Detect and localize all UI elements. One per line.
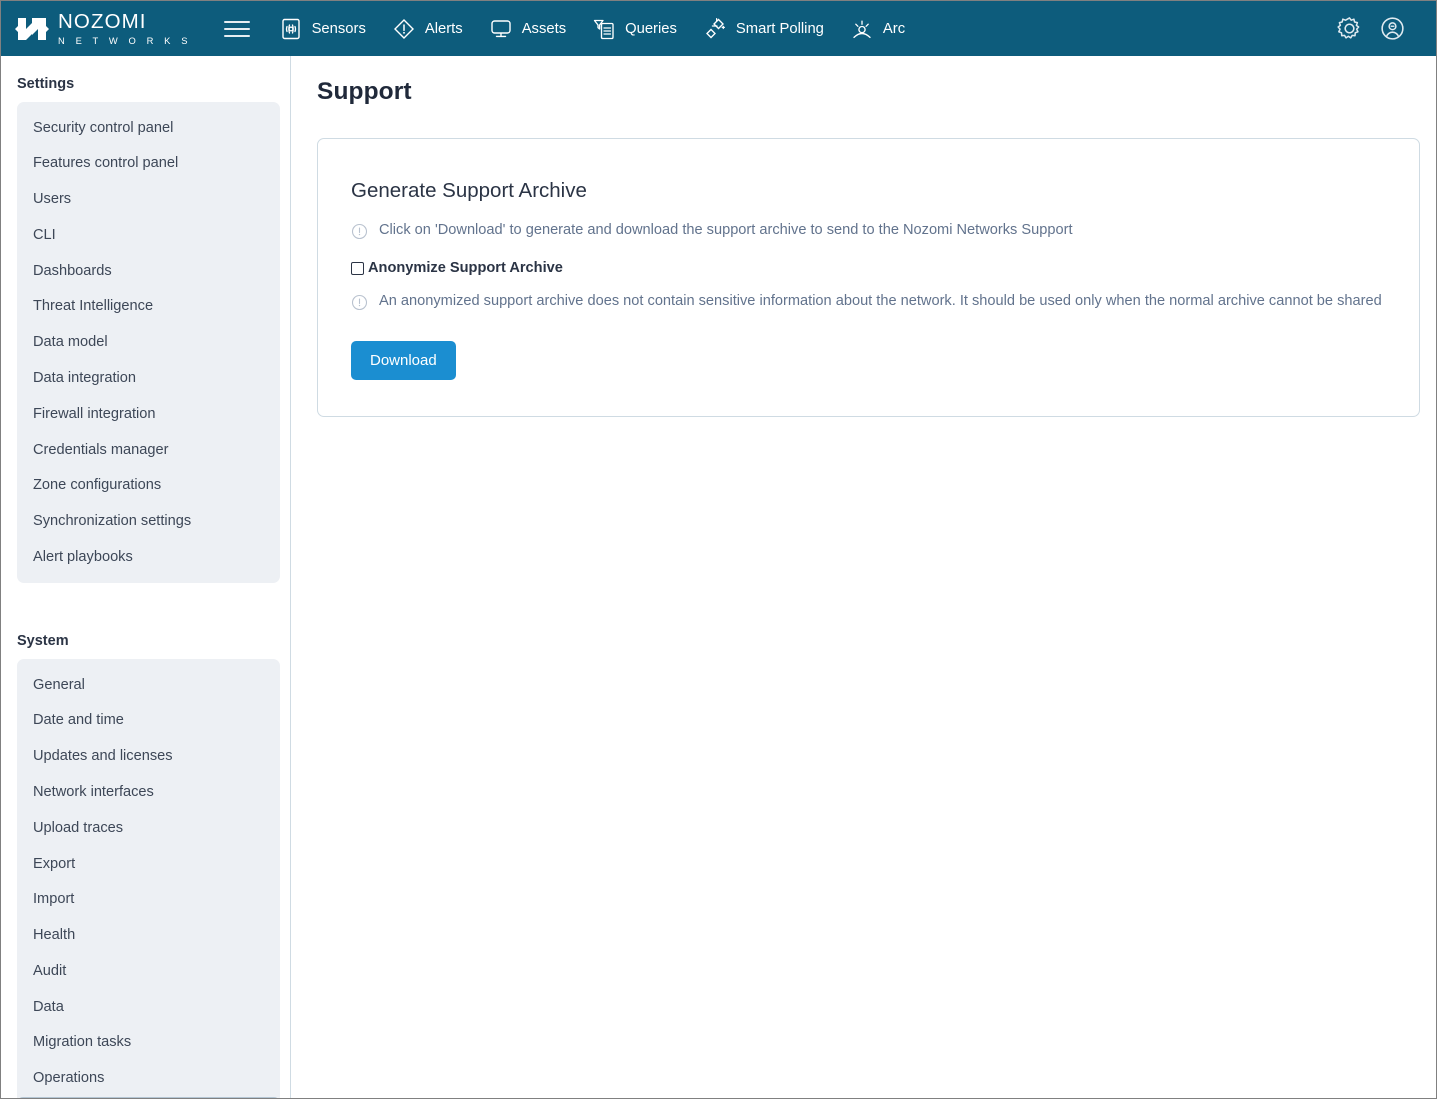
page-body: Settings Security control panel Features…: [1, 56, 1436, 1098]
nav-item-label: Alerts: [424, 20, 463, 37]
nav-item-label: Queries: [625, 20, 677, 37]
sidebar-item-zone-configurations[interactable]: Zone configurations: [17, 468, 280, 504]
sidebar-item-cli[interactable]: CLI: [17, 217, 280, 253]
sidebar-group-settings: Security control panel Features control …: [17, 102, 280, 584]
sidebar-item-firewall-integration[interactable]: Firewall integration: [17, 396, 280, 432]
sidebar-section-gap: [1, 583, 285, 627]
application-window: NOZOMI N E T W O R K S Sensors Alerts As…: [0, 0, 1437, 1099]
top-nav-actions: [1336, 15, 1420, 42]
sidebar-item-security-control-panel[interactable]: Security control panel: [17, 110, 280, 146]
info-text-secondary: An anonymized support archive does not c…: [379, 293, 1382, 309]
sidebar-item-network-interfaces[interactable]: Network interfaces: [17, 775, 280, 811]
card-title: Generate Support Archive: [351, 179, 587, 202]
sidebar-item-date-and-time[interactable]: Date and time: [17, 703, 280, 739]
sensors-icon: [279, 17, 303, 41]
info-circle-icon: [351, 294, 368, 311]
brand-tagline: N E T W O R K S: [58, 34, 192, 46]
sidebar-item-features-control-panel[interactable]: Features control panel: [17, 146, 280, 182]
sidebar-item-credentials-manager[interactable]: Credentials manager: [17, 432, 280, 468]
top-nav-items: Sensors Alerts Assets Queries Smart Poll…: [266, 11, 919, 47]
hamburger-menu-icon[interactable]: [223, 16, 250, 42]
alerts-warning-icon: [392, 17, 416, 41]
user-account-icon[interactable]: [1379, 15, 1406, 42]
assets-monitor-icon: [489, 17, 513, 41]
sidebar-item-dashboards[interactable]: Dashboards: [17, 253, 280, 289]
info-circle-icon: [351, 223, 368, 240]
arc-sun-icon: [850, 17, 874, 41]
top-navigation-bar: NOZOMI N E T W O R K S Sensors Alerts As…: [1, 1, 1436, 56]
nav-item-smart-polling[interactable]: Smart Polling: [690, 11, 837, 47]
download-button[interactable]: Download: [351, 341, 456, 380]
sidebar-group-system: General Date and time Updates and licens…: [17, 659, 280, 1098]
sidebar-item-data-model[interactable]: Data model: [17, 325, 280, 361]
anonymize-support-archive-checkbox[interactable]: [351, 261, 364, 275]
sidebar-item-export[interactable]: Export: [17, 846, 280, 882]
info-row-secondary: An anonymized support archive does not c…: [351, 292, 1387, 311]
nav-item-sensors[interactable]: Sensors: [266, 11, 379, 47]
brand-name: NOZOMI: [58, 10, 147, 34]
settings-sidebar: Settings Security control panel Features…: [1, 56, 291, 1098]
brand-logo[interactable]: NOZOMI N E T W O R K S: [15, 12, 192, 45]
sidebar-item-operations[interactable]: Operations: [17, 1061, 280, 1097]
nav-item-queries[interactable]: Queries: [579, 11, 690, 47]
nav-item-label: Smart Polling: [735, 20, 824, 37]
nav-item-label: Arc: [882, 20, 906, 37]
anonymize-support-archive-checkbox-row[interactable]: Anonymize Support Archive: [351, 260, 1387, 276]
sidebar-item-synchronization-settings[interactable]: Synchronization settings: [17, 504, 280, 540]
info-row-primary: Click on 'Download' to generate and down…: [351, 221, 1387, 240]
sidebar-item-import[interactable]: Import: [17, 882, 280, 918]
sidebar-item-audit[interactable]: Audit: [17, 953, 280, 989]
gear-icon[interactable]: [1336, 15, 1363, 42]
nav-item-alerts[interactable]: Alerts: [379, 11, 476, 47]
nav-item-assets[interactable]: Assets: [476, 11, 579, 47]
nozomi-logo-icon: [15, 13, 49, 45]
info-text-primary: Click on 'Download' to generate and down…: [379, 222, 1073, 238]
page-title: Support: [317, 78, 412, 105]
main-content: Support Generate Support Archive Click o…: [291, 56, 1436, 1098]
sidebar-item-updates-and-licenses[interactable]: Updates and licenses: [17, 739, 280, 775]
nav-item-label: Assets: [521, 20, 567, 37]
sidebar-item-health[interactable]: Health: [17, 918, 280, 954]
nav-item-label: Sensors: [311, 20, 366, 37]
sidebar-item-data[interactable]: Data: [17, 989, 280, 1025]
sidebar-item-general[interactable]: General: [17, 667, 280, 703]
anonymize-support-archive-label: Anonymize Support Archive: [368, 260, 563, 276]
sidebar-item-threat-intelligence[interactable]: Threat Intelligence: [17, 289, 280, 325]
sidebar-item-support[interactable]: Support: [17, 1096, 280, 1098]
generate-support-archive-card: Generate Support Archive Click on 'Downl…: [317, 138, 1420, 417]
sidebar-section-title-system: System: [17, 633, 69, 650]
nav-item-arc[interactable]: Arc: [837, 11, 918, 47]
sidebar-item-migration-tasks[interactable]: Migration tasks: [17, 1025, 280, 1061]
sidebar-section-title-settings: Settings: [17, 76, 75, 92]
sidebar-item-data-integration[interactable]: Data integration: [17, 360, 280, 396]
sidebar-item-users[interactable]: Users: [17, 182, 280, 218]
sidebar-item-alert-playbooks[interactable]: Alert playbooks: [17, 539, 280, 575]
smart-polling-icon: [703, 17, 727, 41]
queries-filter-list-icon: [592, 17, 616, 41]
sidebar-item-upload-traces[interactable]: Upload traces: [17, 810, 280, 846]
